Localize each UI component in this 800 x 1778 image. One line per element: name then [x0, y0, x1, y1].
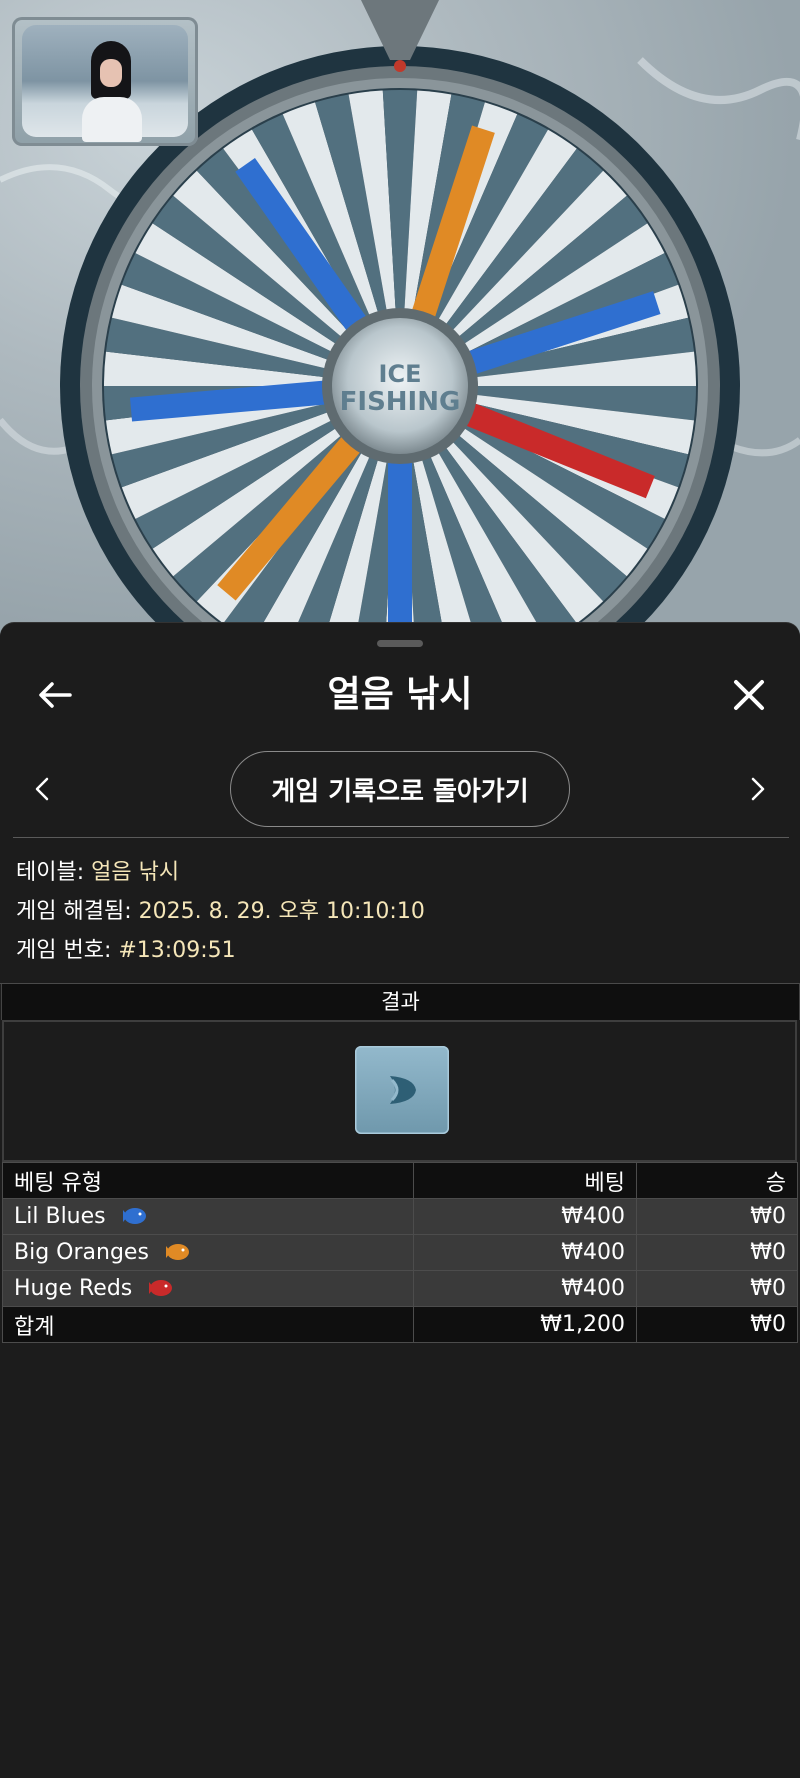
game-number-label: 게임 번호:: [16, 938, 112, 963]
wheel-center-text-2: FISHING: [340, 387, 461, 417]
bets-table: 베팅 유형 베팅 승 Lil Blues ₩400 ₩0 Big Oranges…: [2, 1162, 798, 1343]
game-number-value: #13:09:51: [118, 938, 236, 963]
col-bet-type: 베팅 유형: [2, 1162, 414, 1199]
table-value: 얼음 낚시: [91, 860, 180, 885]
resolved-label: 게임 해결됨:: [16, 899, 132, 924]
wheel-center-text-1: ICE: [379, 360, 422, 388]
previous-game-button[interactable]: [22, 769, 62, 809]
divider: [13, 837, 789, 838]
win-amount: ₩0: [636, 1234, 798, 1271]
bet-amount: ₩400: [413, 1198, 637, 1235]
arrow-left-icon: [39, 682, 72, 708]
win-amount: ₩0: [636, 1198, 798, 1235]
game-background: ICE FISHING: [0, 0, 800, 640]
table-row: Big Oranges ₩400 ₩0: [2, 1234, 798, 1271]
result-box: [2, 1020, 797, 1162]
table-row: Lil Blues ₩400 ₩0: [2, 1198, 798, 1235]
total-bet: ₩1,200: [413, 1306, 637, 1343]
table-row: Huge Reds ₩400 ₩0: [2, 1270, 798, 1307]
chevron-left-icon: [35, 777, 49, 801]
chevron-right-icon: [751, 777, 765, 801]
red-fish-icon: [149, 1280, 173, 1296]
fish-tail-icon: [390, 1076, 416, 1104]
bet-amount: ₩400: [413, 1270, 637, 1307]
bet-type-big-oranges: Big Oranges: [14, 1240, 149, 1265]
back-to-history-button[interactable]: 게임 기록으로 돌아가기: [230, 751, 570, 827]
game-history-panel: 얼음 낚시 게임 기록으로 돌아가기 테이블: 얼음 낚시 게임 해결됨: 20…: [0, 623, 800, 1778]
close-icon: [734, 680, 764, 710]
number-info-row: 게임 번호: #13:09:51: [16, 931, 425, 970]
drag-handle[interactable]: [377, 640, 423, 647]
col-win: 승: [636, 1162, 798, 1199]
total-row: 합계 ₩1,200 ₩0: [2, 1306, 798, 1343]
table-info-row: 테이블: 얼음 낚시: [16, 853, 425, 892]
result-tile: [355, 1046, 449, 1134]
next-game-button[interactable]: [738, 769, 778, 809]
blue-fish-icon: [122, 1208, 146, 1224]
history-navigation: 게임 기록으로 돌아가기: [0, 751, 800, 831]
page-title: 얼음 낚시: [327, 674, 473, 715]
resolved-info-row: 게임 해결됨: 2025. 8. 29. 오후 10:10:10: [16, 892, 425, 931]
table-label: 테이블:: [16, 860, 85, 885]
back-button[interactable]: [30, 673, 80, 717]
total-label: 합계: [2, 1306, 414, 1343]
resolved-value: 2025. 8. 29. 오후 10:10:10: [138, 899, 425, 924]
bet-type-lil-blues: Lil Blues: [14, 1204, 106, 1229]
panel-header: 얼음 낚시: [0, 663, 800, 727]
dealer-video-thumbnail[interactable]: [12, 17, 198, 146]
total-win: ₩0: [636, 1306, 798, 1343]
bet-type-huge-reds: Huge Reds: [14, 1276, 133, 1301]
win-amount: ₩0: [636, 1270, 798, 1307]
col-bet-amount: 베팅: [413, 1162, 637, 1199]
game-info: 테이블: 얼음 낚시 게임 해결됨: 2025. 8. 29. 오후 10:10…: [16, 853, 425, 970]
result-header: 결과: [1, 984, 800, 1020]
table-header-row: 베팅 유형 베팅 승: [2, 1162, 798, 1199]
bet-amount: ₩400: [413, 1234, 637, 1271]
orange-fish-icon: [165, 1244, 189, 1260]
close-button[interactable]: [724, 671, 774, 719]
